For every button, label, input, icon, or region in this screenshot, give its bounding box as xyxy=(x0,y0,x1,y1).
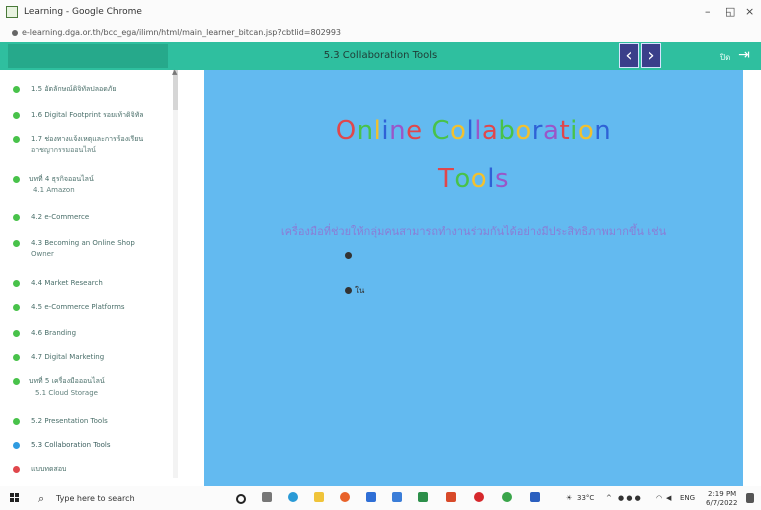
office-icon[interactable] xyxy=(446,492,456,502)
title-letter: l xyxy=(474,116,482,146)
prev-button[interactable]: ‹ xyxy=(619,43,639,68)
title-letter: n xyxy=(389,116,407,146)
windows-start-icon[interactable] xyxy=(10,493,20,503)
clock-time[interactable]: 2:19 PM xyxy=(708,490,736,498)
cortana-icon[interactable] xyxy=(236,494,246,504)
opera-icon[interactable] xyxy=(474,492,484,502)
bullet-text: ใน xyxy=(355,286,365,295)
title-letter: b xyxy=(498,116,516,146)
notification-icon[interactable] xyxy=(746,493,754,503)
edge-icon[interactable] xyxy=(288,492,298,502)
slide-subtitle: เครื่องมือที่ช่วยให้กลุ่มคนสามารถทำงานร่… xyxy=(280,225,667,238)
weather-icon[interactable]: ☀ xyxy=(566,494,572,502)
maximize-icon[interactable]: ◱ xyxy=(725,5,735,18)
status-dot-icon xyxy=(13,214,20,221)
chevron-right-icon: › xyxy=(647,45,655,66)
browser-titlebar: Learning - Google Chrome – ◱ × xyxy=(0,0,761,26)
title-letter: i xyxy=(570,116,578,146)
title-letter: r xyxy=(531,116,543,146)
title-letter: e xyxy=(406,116,423,146)
scrollbar-thumb[interactable] xyxy=(173,70,178,110)
bullet-point xyxy=(345,287,352,294)
slide-title-line1: Online Collaboration xyxy=(204,116,743,146)
minimize-icon[interactable]: – xyxy=(705,5,711,18)
chevron-left-icon: ‹ xyxy=(625,45,633,66)
title-letter: o xyxy=(577,116,595,146)
status-dot-locked-icon xyxy=(13,466,20,473)
status-dot-icon xyxy=(13,280,20,287)
status-dot-current-icon xyxy=(13,442,20,449)
task-view-icon[interactable] xyxy=(262,492,272,502)
word-icon[interactable] xyxy=(530,492,540,502)
title-letter: O xyxy=(335,116,357,146)
title-letter: n xyxy=(594,116,612,146)
clock-date[interactable]: 6/7/2022 xyxy=(706,499,737,507)
course-header: 5.3 Collaboration Tools ‹ › ปิด ⇥ xyxy=(0,42,761,70)
status-dot-icon xyxy=(13,330,20,337)
slide-title-line2: Tools xyxy=(204,164,743,194)
status-dot-icon xyxy=(13,86,20,93)
close-icon[interactable]: × xyxy=(745,5,754,18)
excel-icon[interactable] xyxy=(418,492,428,502)
volume-icon[interactable]: ◀ xyxy=(666,494,671,502)
language-indicator[interactable]: ENG xyxy=(680,494,695,502)
address-bar[interactable]: e-learning.dga.or.th/bcc_ega/ilimn/html/… xyxy=(0,26,761,42)
slide-area: Online Collaboration Tools เครื่องมือที่… xyxy=(204,70,743,486)
tray-chevron-icon[interactable]: ^ xyxy=(606,494,612,502)
title-letter: a xyxy=(481,116,499,146)
title-letter: o xyxy=(454,164,471,194)
bullet-point xyxy=(345,252,352,259)
exit-icon: ⇥ xyxy=(738,47,750,63)
title-letter: a xyxy=(543,116,560,146)
status-dot-icon xyxy=(13,418,20,425)
window-title: Learning - Google Chrome xyxy=(24,7,142,17)
title-letter: l xyxy=(373,116,382,146)
sidebar-scrollbar[interactable]: ▲ xyxy=(172,68,178,478)
file-explorer-icon[interactable] xyxy=(314,492,324,502)
status-dot-icon xyxy=(13,240,20,247)
app-icon xyxy=(6,6,18,18)
exit-button[interactable]: ⇥ xyxy=(735,45,753,65)
windows-taskbar: ⌕ Type here to search ☀ 33°C ^ ● ● ● ◠ ◀… xyxy=(0,486,761,510)
scroll-up-icon[interactable]: ▲ xyxy=(172,68,177,76)
title-letter: o xyxy=(450,116,467,146)
exit-label: ปิด xyxy=(720,53,731,62)
lesson-sidebar: 1.5 อัตลักษณ์ดิจิทัลปลอดภัย 1.6 Digital … xyxy=(0,70,178,478)
title-letter: t xyxy=(559,116,571,146)
status-dot-icon xyxy=(13,354,20,361)
tray-apps-icon[interactable]: ● ● ● xyxy=(618,494,641,502)
status-dot-icon xyxy=(13,176,20,183)
url-text[interactable]: e-learning.dga.or.th/bcc_ega/ilimn/html/… xyxy=(22,28,341,37)
title-letter: l xyxy=(466,116,475,146)
title-letter: C xyxy=(431,116,451,146)
dropbox-icon[interactable] xyxy=(366,492,376,502)
title-letter: n xyxy=(356,116,374,146)
status-dot-icon xyxy=(13,378,20,385)
status-dot-icon xyxy=(13,304,20,311)
status-dot-icon xyxy=(13,136,20,143)
store-icon[interactable] xyxy=(392,492,402,502)
search-icon[interactable]: ⌕ xyxy=(38,492,44,506)
title-letter: s xyxy=(494,164,509,194)
lock-icon xyxy=(12,30,18,36)
title-letter xyxy=(423,116,432,146)
network-icon[interactable]: ◠ xyxy=(656,494,662,502)
title-letter: T xyxy=(437,164,455,194)
status-dot-icon xyxy=(13,112,20,119)
taskbar-search-input[interactable]: Type here to search xyxy=(56,494,135,503)
title-letter: i xyxy=(381,116,390,146)
firefox-icon[interactable] xyxy=(340,492,350,502)
weather-text[interactable]: 33°C xyxy=(577,494,594,502)
title-letter: l xyxy=(487,164,495,194)
next-button[interactable]: › xyxy=(641,43,661,68)
title-letter: o xyxy=(470,164,488,194)
title-letter: o xyxy=(515,116,532,146)
chrome-icon[interactable] xyxy=(502,492,512,502)
